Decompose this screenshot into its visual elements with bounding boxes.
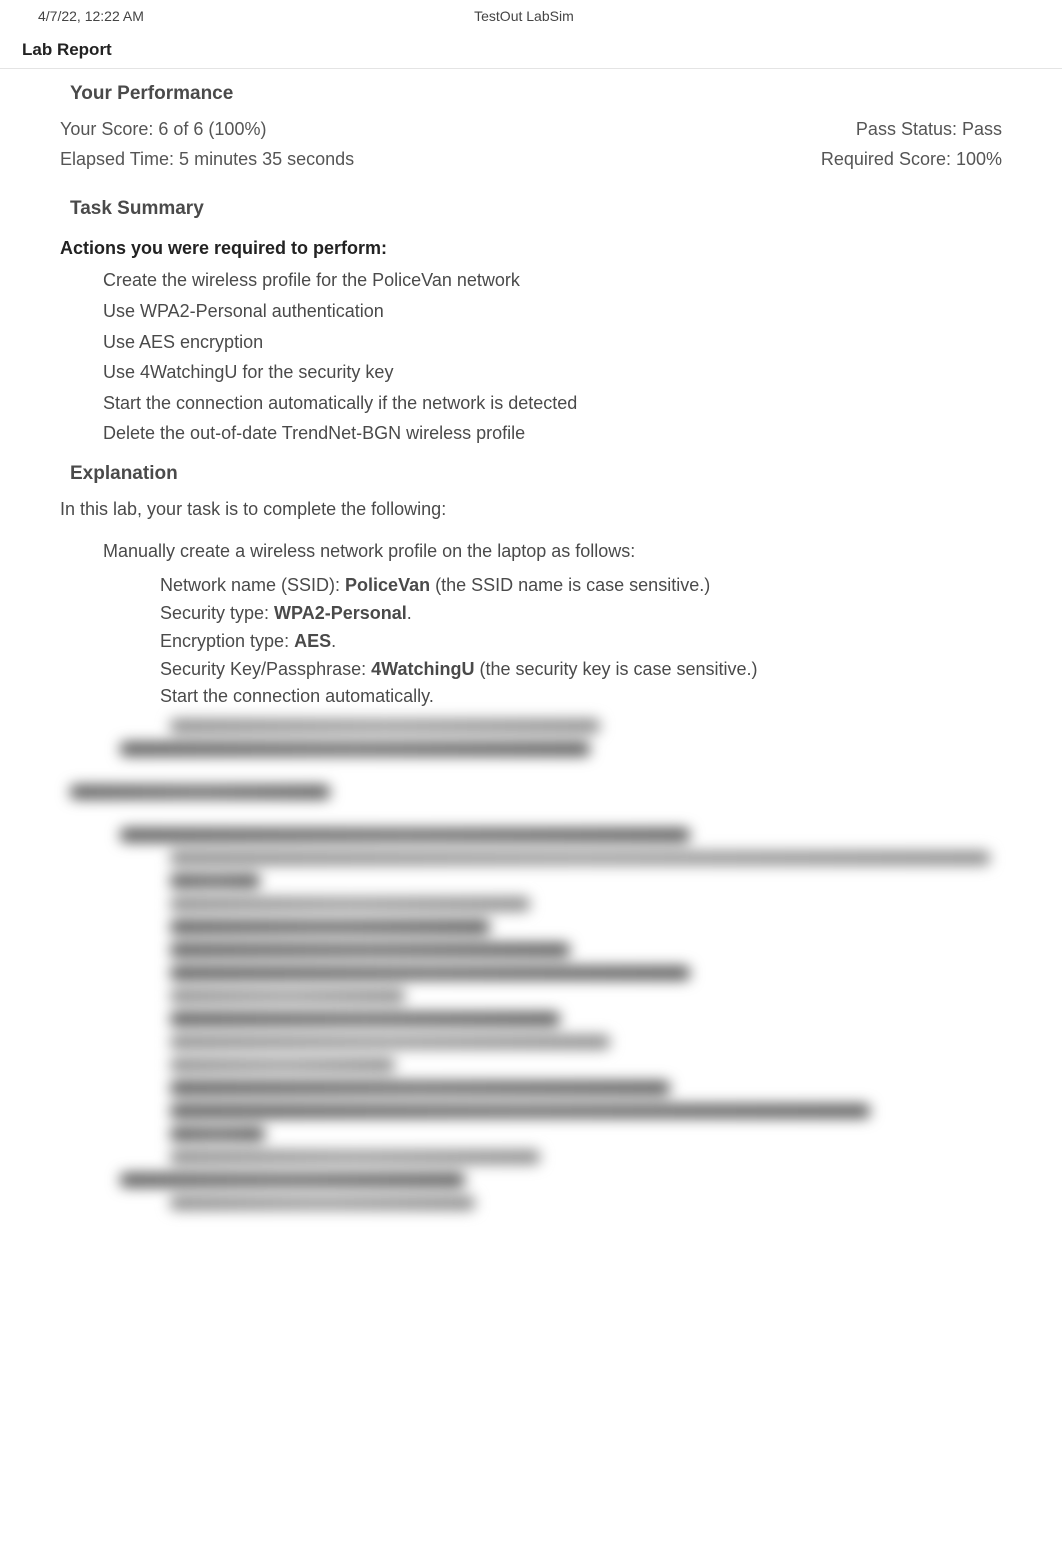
explanation-lead: In this lab, your task is to complete th… <box>0 495 1062 538</box>
print-timestamp: 4/7/22, 12:22 AM <box>38 8 144 24</box>
performance-block: Your Score: 6 of 6 (100%) Pass Status: P… <box>0 115 1062 184</box>
actions-heading: Actions you were required to perform: <box>0 230 1062 265</box>
action-item: Delete the out-of-date TrendNet-BGN wire… <box>103 418 1062 449</box>
explanation-sub-item: Security type: WPA2-Personal. <box>160 600 1062 628</box>
action-item: Use 4WatchingU for the security key <box>103 357 1062 388</box>
explanation-heading: Explanation <box>0 449 1062 495</box>
blurred-content <box>0 715 1062 1249</box>
explanation-sub-item: Network name (SSID): PoliceVan (the SSID… <box>160 572 1062 600</box>
report-title: Lab Report <box>0 28 1062 69</box>
elapsed-time-text: Elapsed Time: 5 minutes 35 seconds <box>60 145 354 175</box>
explanation-sub-item: Start the connection automatically. <box>160 683 1062 711</box>
pass-status-text: Pass Status: Pass <box>856 115 1002 145</box>
task-summary-heading: Task Summary <box>0 184 1062 230</box>
print-center-title: TestOut LabSim <box>144 8 904 24</box>
actions-list: Create the wireless profile for the Poli… <box>0 265 1062 449</box>
action-item: Use AES encryption <box>103 327 1062 358</box>
explanation-sub-list: Network name (SSID): PoliceVan (the SSID… <box>0 570 1062 715</box>
action-item: Create the wireless profile for the Poli… <box>103 265 1062 296</box>
required-score-text: Required Score: 100% <box>821 145 1002 175</box>
performance-heading: Your Performance <box>0 69 1062 115</box>
explanation-main-item: Manually create a wireless network profi… <box>0 538 1062 570</box>
action-item: Start the connection automatically if th… <box>103 388 1062 419</box>
explanation-sub-item: Security Key/Passphrase: 4WatchingU (the… <box>160 656 1062 684</box>
print-header: 4/7/22, 12:22 AM TestOut LabSim <box>0 0 1062 28</box>
action-item: Use WPA2-Personal authentication <box>103 296 1062 327</box>
score-text: Your Score: 6 of 6 (100%) <box>60 115 266 145</box>
explanation-sub-item: Encryption type: AES. <box>160 628 1062 656</box>
